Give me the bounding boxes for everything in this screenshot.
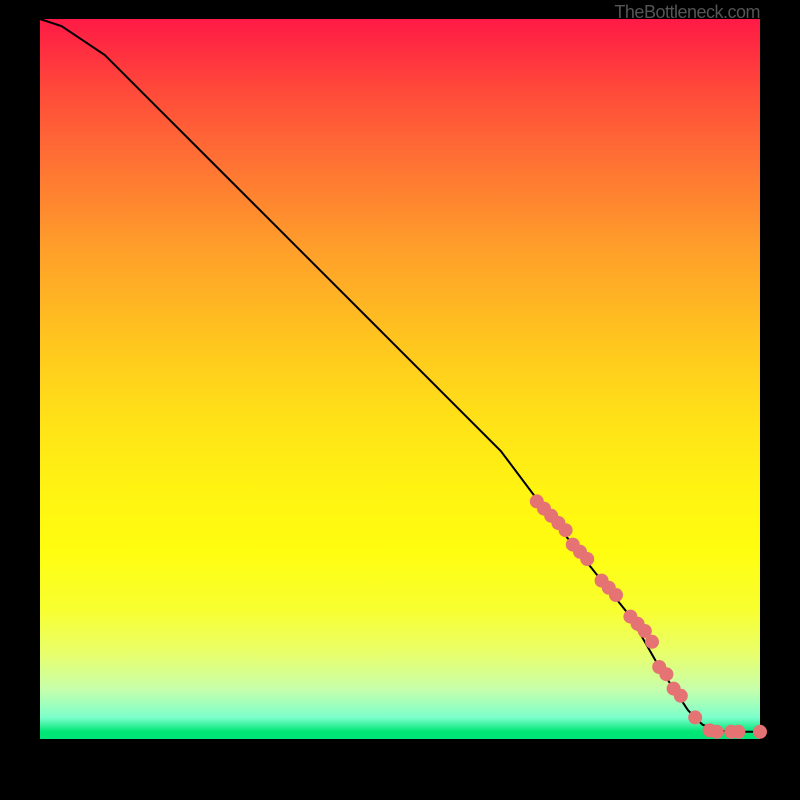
curve-layer [40,19,760,732]
data-point [753,725,767,739]
chart-frame: TheBottleneck.com [0,0,800,800]
data-point [659,667,673,681]
data-point [731,725,745,739]
data-point [559,523,573,537]
data-point [710,725,724,739]
bottleneck-curve [40,19,760,732]
plot-area [40,19,760,739]
chart-svg [40,19,760,739]
marker-layer [530,494,767,738]
data-point [580,552,594,566]
data-point [674,689,688,703]
data-point [688,710,702,724]
data-point [645,635,659,649]
data-point [609,588,623,602]
